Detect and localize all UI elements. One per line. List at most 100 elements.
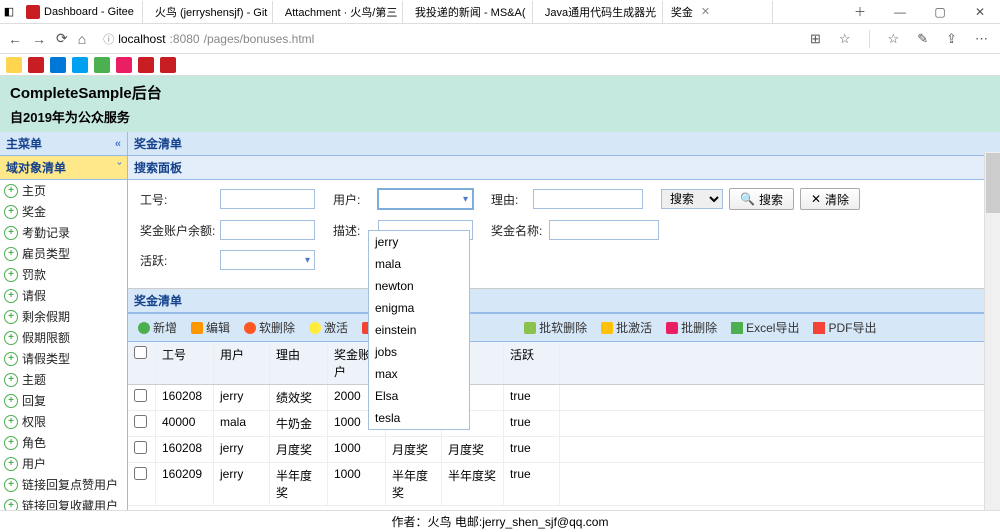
dropdown-option[interactable]: enigma	[369, 297, 469, 319]
dropdown-option[interactable]: max	[369, 363, 469, 385]
dropdown-option[interactable]: jerry	[369, 231, 469, 253]
dropdown-option[interactable]: einstein	[369, 319, 469, 341]
batch-delete-button[interactable]: 批删除	[660, 317, 723, 338]
col-header[interactable]: 工号	[156, 342, 214, 384]
select-all-checkbox[interactable]	[134, 346, 147, 359]
refresh-button[interactable]: ⟳	[56, 30, 68, 47]
collapse-icon[interactable]: «	[115, 138, 121, 150]
table-row[interactable]: 160209jerry半年度奖1000半年度奖半年度奖true	[128, 463, 984, 506]
col-header[interactable]: 理由	[270, 342, 328, 384]
bookmark-icon[interactable]	[94, 57, 110, 73]
browser-tab-5[interactable]: 奖金✕	[663, 1, 773, 23]
bonus-name-input[interactable]	[549, 220, 659, 240]
back-button[interactable]: ←	[8, 31, 22, 47]
search-icon: 🔍	[740, 192, 755, 206]
star-icon[interactable]: ☆	[839, 31, 851, 47]
sidebar-main-header[interactable]: 主菜单«	[0, 132, 127, 156]
scrollbar-thumb[interactable]	[986, 153, 1000, 213]
browser-tab-3[interactable]: 我投递的新闻 - MS&A(	[403, 1, 533, 23]
excel-export-button[interactable]: Excel导出	[725, 317, 805, 338]
sidebar-item[interactable]: +链接回复点赞用户	[0, 474, 127, 495]
browser-tab-0[interactable]: Dashboard - Gitee	[18, 1, 143, 23]
sidebar-item[interactable]: +请假类型	[0, 348, 127, 369]
add-button[interactable]: 新增	[132, 317, 183, 338]
table-row[interactable]: 160208jerry月度奖1000月度奖月度奖true	[128, 437, 984, 463]
bookmark-icon[interactable]	[72, 57, 88, 73]
table-row[interactable]: 40000mala牛奶金1000true	[128, 411, 984, 437]
maximize-button[interactable]: ▢	[920, 0, 960, 24]
page-footer: 作者：火鸟 电邮:jerry_shen_sjf@qq.com	[0, 510, 1000, 532]
sidebar-domain-header[interactable]: 域对象清单ˇ	[0, 156, 127, 180]
reason-input[interactable]	[533, 189, 643, 209]
sidebar-item[interactable]: +主页	[0, 180, 127, 201]
batch-activate-button[interactable]: 批激活	[595, 317, 658, 338]
sidebar-item[interactable]: +奖金	[0, 201, 127, 222]
sidebar-item[interactable]: +角色	[0, 432, 127, 453]
favorites-icon[interactable]: ☆	[888, 31, 900, 47]
sidebar-item[interactable]: +主题	[0, 369, 127, 390]
emp-id-input[interactable]	[220, 189, 315, 209]
home-button[interactable]: ⌂	[78, 31, 86, 47]
plus-icon: +	[4, 394, 18, 408]
new-tab-button[interactable]: ＋	[840, 0, 880, 24]
url-input[interactable]: ⓘ localhost:8080/pages/bonuses.html	[96, 28, 796, 50]
sidebar-item[interactable]: +剩余假期	[0, 306, 127, 327]
browser-tab-1[interactable]: 火鸟 (jerryshensjf) - Git	[143, 1, 273, 23]
clear-button[interactable]: ✕清除	[800, 188, 860, 210]
active-combo[interactable]: ▾	[220, 250, 315, 270]
dropdown-option[interactable]: newton	[369, 275, 469, 297]
pdf-export-button[interactable]: PDF导出	[807, 317, 882, 338]
forward-button[interactable]: →	[32, 31, 46, 47]
col-header[interactable]: 活跃	[504, 342, 560, 384]
bookmark-icon[interactable]	[6, 57, 22, 73]
collapse-icon[interactable]: ˇ	[117, 162, 121, 174]
sidebar-item[interactable]: +雇员类型	[0, 243, 127, 264]
bookmark-icon[interactable]	[116, 57, 132, 73]
activate-button[interactable]: 激活	[303, 317, 354, 338]
search-button[interactable]: 🔍搜索	[729, 188, 794, 210]
scrollbar[interactable]	[984, 152, 1000, 510]
col-header[interactable]: 用户	[214, 342, 270, 384]
row-checkbox[interactable]	[134, 415, 147, 428]
user-combo[interactable]: ▾	[378, 189, 473, 209]
row-checkbox[interactable]	[134, 441, 147, 454]
balance-input[interactable]	[220, 220, 315, 240]
sidebar-menu: +主页+奖金+考勤记录+雇员类型+罚款+请假+剩余假期+假期限额+请假类型+主题…	[0, 180, 127, 510]
more-icon[interactable]: ⋯	[975, 31, 988, 47]
share-icon[interactable]: ⇪	[946, 31, 957, 47]
bookmark-icon[interactable]	[50, 57, 66, 73]
notes-icon[interactable]: ✎	[917, 31, 928, 47]
sidebar-item[interactable]: +请假	[0, 285, 127, 306]
dropdown-option[interactable]: mala	[369, 253, 469, 275]
balance-label: 奖金账户余额:	[140, 222, 220, 239]
browser-tab-2[interactable]: Attachment · 火鸟/第三	[273, 1, 403, 23]
browser-tab-4[interactable]: Java通用代码生成器光	[533, 1, 663, 23]
sidebar-item[interactable]: +假期限额	[0, 327, 127, 348]
table-row[interactable]: 160208jerry绩效奖2000true	[128, 385, 984, 411]
batch-softdelete-button[interactable]: 批软删除	[518, 317, 593, 338]
bookmark-icon[interactable]	[160, 57, 176, 73]
row-checkbox[interactable]	[134, 389, 147, 402]
close-tab-icon[interactable]: ✕	[701, 5, 710, 18]
edit-button[interactable]: 编辑	[185, 317, 236, 338]
sidebar-item[interactable]: +罚款	[0, 264, 127, 285]
minimize-button[interactable]: —	[880, 0, 920, 24]
sidebar-item[interactable]: +用户	[0, 453, 127, 474]
row-checkbox[interactable]	[134, 467, 147, 480]
dropdown-option[interactable]: Elsa	[369, 385, 469, 407]
softdelete-button[interactable]: 软删除	[238, 317, 301, 338]
batch-activate-icon	[601, 322, 613, 334]
close-window-button[interactable]: ✕	[960, 0, 1000, 24]
search-type-select[interactable]: 搜索	[661, 189, 723, 209]
grid-title: 奖金清单	[134, 292, 182, 309]
reader-icon[interactable]: ⊞	[810, 31, 821, 47]
sidebar-item[interactable]: +回复	[0, 390, 127, 411]
dropdown-option[interactable]: jobs	[369, 341, 469, 363]
bookmark-icon[interactable]	[138, 57, 154, 73]
sidebar-item[interactable]: +权限	[0, 411, 127, 432]
bookmark-icon[interactable]	[28, 57, 44, 73]
cell: true	[504, 411, 560, 436]
dropdown-option[interactable]: tesla	[369, 407, 469, 429]
sidebar-item[interactable]: +考勤记录	[0, 222, 127, 243]
sidebar-item[interactable]: +链接回复收藏用户	[0, 495, 127, 510]
